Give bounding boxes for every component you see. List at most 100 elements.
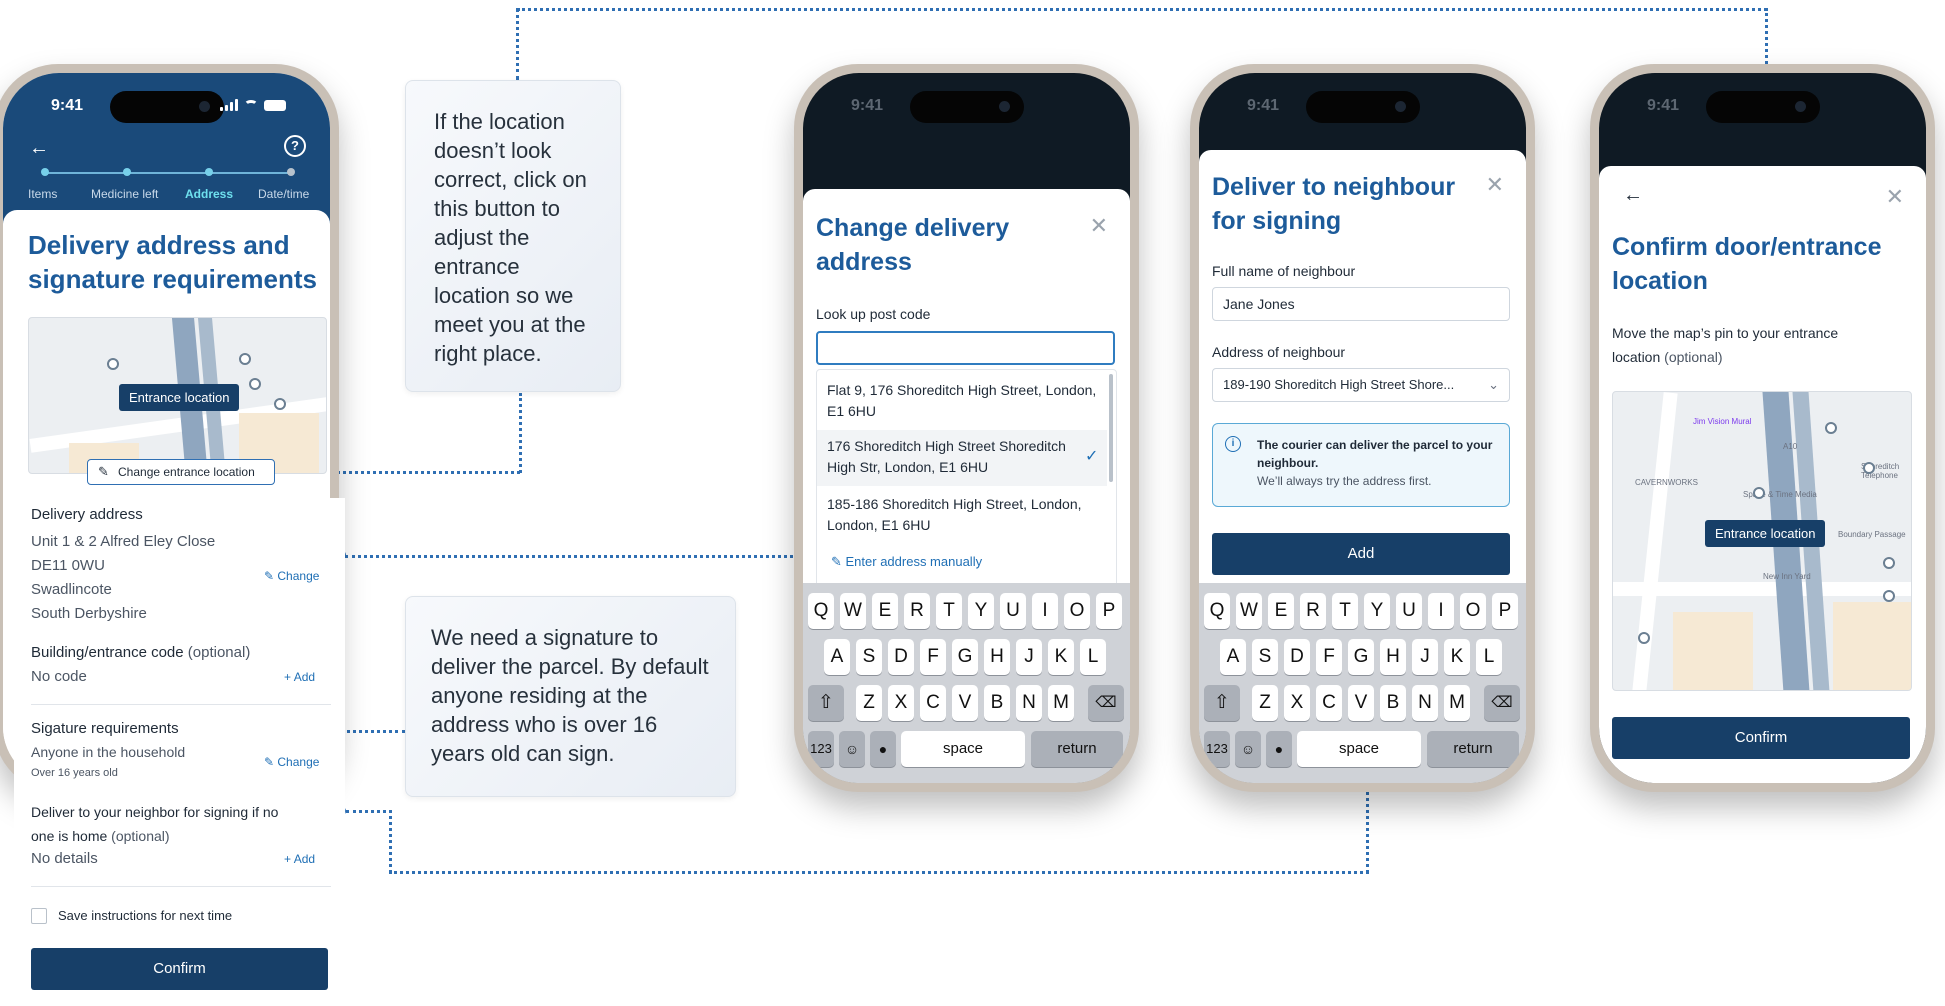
space-key[interactable]: space: [901, 731, 1025, 767]
key[interactable]: O: [1064, 593, 1090, 629]
key[interactable]: Z: [1252, 685, 1278, 721]
key[interactable]: J: [1016, 639, 1042, 675]
key[interactable]: X: [888, 685, 914, 721]
numbers-key[interactable]: 123: [808, 731, 834, 767]
add-neighbour-button[interactable]: Add: [1212, 533, 1510, 575]
space-key[interactable]: space: [1297, 731, 1421, 767]
key[interactable]: D: [1284, 639, 1310, 675]
shift-key[interactable]: ⇧: [1204, 685, 1240, 721]
emoji-icon[interactable]: ☺: [839, 731, 865, 767]
key[interactable]: D: [888, 639, 914, 675]
neighbour-address-select[interactable]: 189-190 Shoreditch High Street Shore... …: [1212, 368, 1510, 402]
key[interactable]: T: [936, 593, 962, 629]
key[interactable]: H: [984, 639, 1010, 675]
microphone-icon[interactable]: ●: [870, 731, 896, 767]
enter-manually-link[interactable]: ✎ Enter address manually: [831, 554, 982, 570]
microphone-icon[interactable]: ●: [1266, 731, 1292, 767]
key[interactable]: E: [872, 593, 898, 629]
address-result[interactable]: Flat 9, 176 Shoreditch High Street, Lond…: [827, 380, 1096, 422]
key[interactable]: P: [1492, 593, 1518, 629]
key[interactable]: Y: [968, 593, 994, 629]
key[interactable]: L: [1080, 639, 1106, 675]
change-address-link[interactable]: ✎ Change: [264, 569, 319, 583]
key[interactable]: V: [952, 685, 978, 721]
close-icon[interactable]: ✕: [1090, 213, 1108, 239]
map-pin: [1638, 632, 1650, 644]
key[interactable]: A: [1220, 639, 1246, 675]
plus-icon: +: [284, 670, 294, 684]
key[interactable]: J: [1412, 639, 1438, 675]
return-key[interactable]: return: [1427, 731, 1519, 767]
key[interactable]: W: [840, 593, 866, 629]
entrance-map[interactable]: Jim Vision Mural CAVERNWORKS Space & Tim…: [1612, 391, 1912, 691]
key[interactable]: N: [1016, 685, 1042, 721]
step-date-time[interactable]: Date/time: [258, 187, 309, 201]
key[interactable]: G: [1348, 639, 1374, 675]
key[interactable]: I: [1032, 593, 1058, 629]
key[interactable]: M: [1048, 685, 1074, 721]
numbers-key[interactable]: 123: [1204, 731, 1230, 767]
close-icon[interactable]: ✕: [1886, 184, 1904, 210]
key[interactable]: B: [984, 685, 1010, 721]
key[interactable]: K: [1444, 639, 1470, 675]
key[interactable]: Q: [1204, 593, 1230, 629]
results-scrollbar[interactable]: [1109, 374, 1113, 482]
key[interactable]: K: [1048, 639, 1074, 675]
key[interactable]: N: [1412, 685, 1438, 721]
change-entrance-button[interactable]: ✎ Change entrance location: [87, 459, 275, 485]
entrance-map[interactable]: Entrance location: [28, 317, 327, 474]
save-instructions-checkbox[interactable]: [31, 908, 47, 924]
key[interactable]: R: [904, 593, 930, 629]
key[interactable]: A: [824, 639, 850, 675]
address-result[interactable]: 185-186 Shoreditch High Street, London, …: [827, 494, 1082, 536]
key[interactable]: Q: [808, 593, 834, 629]
key[interactable]: U: [1000, 593, 1026, 629]
neighbour-name-input[interactable]: Jane Jones: [1212, 287, 1510, 321]
key[interactable]: R: [1300, 593, 1326, 629]
key[interactable]: H: [1380, 639, 1406, 675]
key[interactable]: L: [1476, 639, 1502, 675]
step-items[interactable]: Items: [28, 187, 57, 201]
shift-key[interactable]: ⇧: [808, 685, 844, 721]
return-key[interactable]: return: [1031, 731, 1123, 767]
key[interactable]: O: [1460, 593, 1486, 629]
key[interactable]: B: [1380, 685, 1406, 721]
key[interactable]: W: [1236, 593, 1262, 629]
step-medicine-left[interactable]: Medicine left: [91, 187, 158, 201]
close-icon[interactable]: ✕: [1486, 172, 1504, 198]
key[interactable]: C: [920, 685, 946, 721]
key[interactable]: E: [1268, 593, 1294, 629]
add-building-code-link[interactable]: + Add: [284, 670, 315, 684]
help-icon[interactable]: ?: [284, 135, 306, 157]
confirm-button[interactable]: Confirm: [31, 948, 328, 990]
key[interactable]: Z: [856, 685, 882, 721]
key[interactable]: M: [1444, 685, 1470, 721]
backspace-key[interactable]: ⌫: [1484, 685, 1520, 721]
sheet-title-line2: address: [816, 248, 912, 276]
back-arrow-icon[interactable]: ←: [29, 137, 49, 160]
key[interactable]: G: [952, 639, 978, 675]
add-neighbour-link[interactable]: + Add: [284, 852, 315, 866]
key[interactable]: P: [1096, 593, 1122, 629]
key[interactable]: I: [1428, 593, 1454, 629]
confirm-button[interactable]: Confirm: [1612, 717, 1910, 759]
step-address[interactable]: Address: [185, 187, 233, 201]
tip-signature-text: We need a signature to deliver the parce…: [431, 625, 709, 766]
address-result[interactable]: 176 Shoreditch High Street Shoreditch Hi…: [827, 436, 1066, 478]
key[interactable]: X: [1284, 685, 1310, 721]
key[interactable]: F: [1316, 639, 1342, 675]
key[interactable]: Y: [1364, 593, 1390, 629]
entrance-location-tag[interactable]: Entrance location: [1705, 520, 1826, 547]
postcode-input[interactable]: [816, 331, 1115, 365]
key[interactable]: V: [1348, 685, 1374, 721]
back-arrow-icon[interactable]: ←: [1623, 184, 1643, 207]
key[interactable]: T: [1332, 593, 1358, 629]
key[interactable]: S: [856, 639, 882, 675]
key[interactable]: S: [1252, 639, 1278, 675]
change-signature-link[interactable]: ✎ Change: [264, 755, 319, 769]
backspace-key[interactable]: ⌫: [1088, 685, 1124, 721]
key[interactable]: F: [920, 639, 946, 675]
key[interactable]: C: [1316, 685, 1342, 721]
emoji-icon[interactable]: ☺: [1235, 731, 1261, 767]
key[interactable]: U: [1396, 593, 1422, 629]
